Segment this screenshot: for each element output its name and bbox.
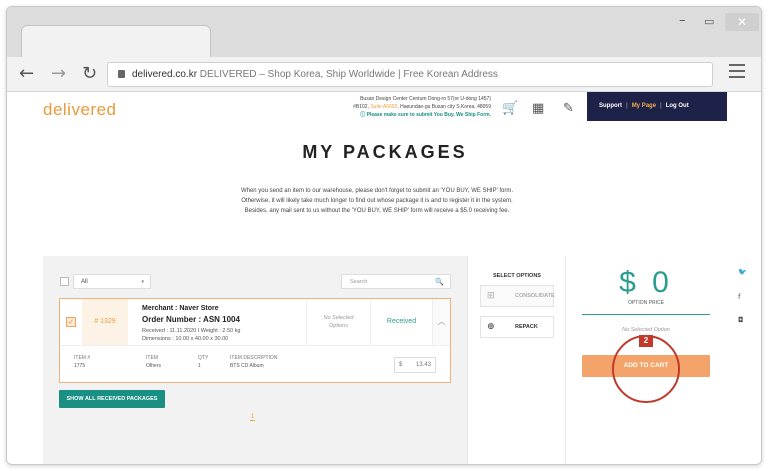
step-badge: 2 (639, 335, 653, 347)
select-all-checkbox[interactable] (60, 277, 69, 286)
page-content: delivered Busan Design Center Centum Don… (7, 92, 761, 464)
package-summary-row: ✓ # 1329 Merchant : Naver Store Order Nu… (60, 299, 450, 346)
lock-icon (118, 70, 125, 78)
site-logo[interactable]: delivered (43, 100, 117, 120)
my-page-link[interactable]: My Page (632, 103, 656, 109)
form-icon[interactable]: ✎ (563, 101, 579, 116)
package-list-panel: All ▾ Search 🔍 ✓ # 1329 Merchant : Naver S… (43, 256, 467, 464)
url-domain: delivered.co.kr (132, 69, 198, 80)
package-number: # 1329 (82, 299, 128, 345)
options-panel: SELECT OPTIONS ⊞ CONSOLIDATE ⊕ REPACK (467, 256, 565, 464)
merchant-name: Merchant : Naver Store (142, 305, 219, 312)
item-number-col: ITEM #1775 (74, 355, 91, 369)
consolidate-button[interactable]: ⊞ CONSOLIDATE (480, 285, 555, 307)
address-bar[interactable]: delivered.co.kr DELIVERED – Shop Korea, … (107, 62, 713, 87)
minimize-button[interactable]: – (679, 13, 686, 28)
page-number-link[interactable]: 1 (250, 414, 256, 421)
package-meta: Received : 11.11.2020 I Weight : 2.50 kg… (142, 328, 241, 342)
divider (582, 314, 710, 315)
browser-window: – ▭ ✕ ← → ↻ delivered.co.kr DELIVERED – … (6, 6, 762, 465)
package-checkbox[interactable]: ✓ (66, 317, 76, 327)
repack-icon: ⊕ (487, 322, 495, 332)
url-page-title: DELIVERED – Shop Korea, Ship Worldwide |… (197, 69, 498, 80)
address-line-2: #B102, Suite A6602, Haeundae-gu Busan ci… (353, 104, 491, 110)
support-link[interactable]: Support (599, 103, 622, 109)
instagram-icon[interactable]: ◘ (738, 316, 744, 324)
search-input[interactable]: Search 🔍 (341, 274, 451, 289)
description-col: ITEM DESCRIPTION BTS CD Album (230, 355, 278, 369)
order-number: Order Number : ASN 1004 (142, 315, 240, 324)
browser-tab[interactable] (21, 25, 211, 59)
chevron-down-icon: ▾ (141, 279, 144, 285)
consolidate-icon: ⊞ (487, 291, 495, 301)
option-price-total: $ 0 (619, 266, 673, 299)
title-bar: – ▭ ✕ (7, 7, 761, 59)
summary-panel: $ 0 OPTION PRICE No Selected Option ADD … (565, 256, 725, 464)
search-icon[interactable]: 🔍 (435, 275, 444, 289)
show-all-received-button[interactable]: SHOW ALL RECEIVED PACKAGES (59, 390, 165, 408)
options-title: SELECT OPTIONS (493, 273, 541, 279)
forward-icon[interactable]: → (51, 63, 66, 84)
warehouse-address: Busan Design Center Centum Dong-ro 57(or… (325, 95, 491, 119)
hamburger-icon[interactable] (729, 64, 745, 82)
account-bar: Support | My Page | Log Out (587, 92, 727, 121)
suite-number: Suite A6602 (370, 104, 398, 110)
no-selected-option-text: No Selected Option (622, 327, 670, 333)
address-line-1: Busan Design Center Centum Dong-ro 57(or… (360, 96, 491, 102)
collapse-icon[interactable]: ︿ (432, 299, 450, 345)
close-button[interactable]: ✕ (725, 13, 759, 31)
option-price-label: OPTION PRICE (628, 300, 664, 306)
browser-toolbar: ← → ↻ delivered.co.kr DELIVERED – Shop K… (7, 57, 761, 92)
maximize-button[interactable]: ▭ (704, 15, 714, 28)
cart-icon[interactable]: 🛒 (502, 101, 518, 116)
status-badge: Received (370, 299, 432, 345)
status-filter-select[interactable]: All ▾ (73, 274, 151, 289)
calculator-icon[interactable]: ▦ (532, 101, 548, 116)
item-price-field[interactable]: $13.43 (394, 357, 436, 373)
logout-link[interactable]: Log Out (666, 103, 689, 109)
repack-button[interactable]: ⊕ REPACK (480, 316, 554, 338)
package-card[interactable]: ✓ # 1329 Merchant : Naver Store Order Nu… (59, 298, 451, 383)
twitter-icon[interactable]: 🐦 (738, 268, 747, 276)
selected-options: No Selected Options (306, 299, 370, 345)
back-icon[interactable]: ← (19, 63, 34, 84)
item-col: ITEM Others (146, 355, 162, 369)
facebook-icon[interactable]: f (738, 293, 740, 301)
address-note[interactable]: ⓘ Please make sure to submit You Buy, We… (325, 111, 491, 119)
reload-icon[interactable]: ↻ (82, 63, 97, 84)
page-title: MY PACKAGES (302, 142, 468, 162)
intro-text: When you send an item to our warehouse, … (240, 188, 514, 214)
qty-col: QTY 1 (198, 355, 209, 369)
